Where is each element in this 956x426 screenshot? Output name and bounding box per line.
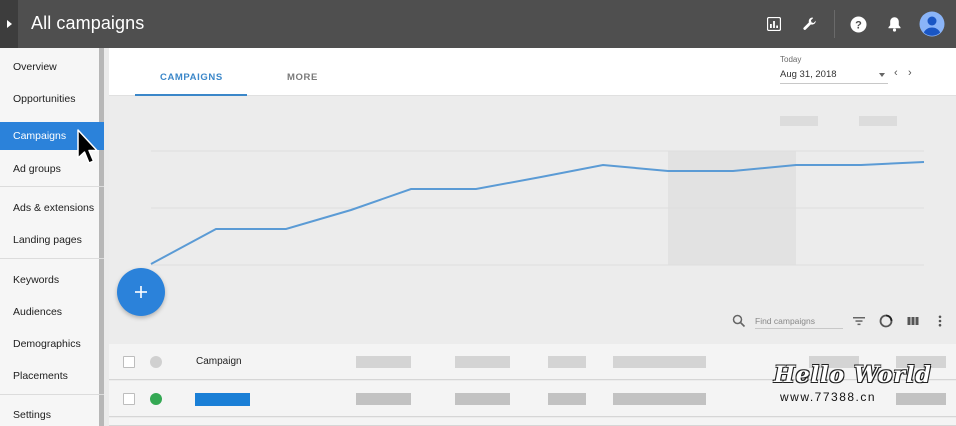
sidebar-divider [0,258,104,259]
table-row[interactable] [109,418,956,426]
sidebar-divider [0,394,104,395]
chart-series-line [150,161,925,265]
column-header-placeholder [548,356,586,368]
cell-placeholder [613,393,706,405]
plus-icon [135,286,147,298]
watermark-title: Hello World [774,362,932,388]
column-header-campaign[interactable]: Campaign [196,356,242,367]
segment-icon[interactable] [878,313,894,329]
prev-date-button[interactable]: ‹ [894,67,898,79]
chart-canvas [150,116,925,266]
sidebar-item-demographics[interactable]: Demographics [0,329,104,359]
filter-icon[interactable] [851,313,867,329]
date-range-select[interactable]: Aug 31, 2018 [780,68,888,84]
more-options-icon[interactable] [932,313,948,329]
svg-text:?: ? [855,19,862,31]
help-icon[interactable]: ? [846,12,870,36]
tabs-bar: CAMPAIGNS MORE Today Aug 31, 2018 ‹ › [109,48,956,96]
sidebar-item-placements[interactable]: Placements [0,361,104,391]
tools-wrench-icon[interactable] [798,12,822,36]
toolbar-divider [834,10,835,38]
row-checkbox[interactable] [123,393,135,405]
mouse-cursor-icon [77,129,98,164]
status-header-icon [150,356,162,368]
chevron-down-icon [879,73,885,77]
select-all-checkbox[interactable] [123,356,135,368]
performance-chart [109,97,956,337]
reports-icon[interactable] [762,12,786,36]
date-range-label: Today [780,55,802,64]
sidebar-item-overview[interactable]: Overview [0,52,104,82]
expand-menu-icon[interactable] [0,0,18,48]
columns-icon[interactable] [905,313,921,329]
next-date-button[interactable]: › [908,67,912,79]
chart-legend-placeholder [859,116,897,126]
search-input[interactable] [755,313,843,329]
account-avatar-icon[interactable] [919,11,945,37]
cell-placeholder [548,393,586,405]
tab-campaigns[interactable]: CAMPAIGNS [160,72,223,83]
watermark: Hello World www.77388.cn [760,360,940,408]
sidebar: Overview Opportunities Campaigns Ad grou… [0,48,104,426]
tab-more[interactable]: MORE [287,72,318,83]
top-bar: All campaigns ? [0,0,956,48]
chart-legend-placeholder [780,116,818,126]
search-icon [732,314,746,328]
sidebar-item-landing-pages[interactable]: Landing pages [0,225,104,255]
sidebar-item-ads-extensions[interactable]: Ads & extensions [0,193,104,223]
watermark-url: www.77388.cn [780,390,877,404]
sidebar-divider [0,186,104,187]
cell-placeholder [455,393,510,405]
column-header-placeholder [356,356,411,368]
date-range-value: Aug 31, 2018 [780,69,837,80]
status-enabled-icon [150,393,162,405]
table-toolbar [109,308,956,342]
cell-placeholder [356,393,411,405]
notifications-icon[interactable] [882,12,906,36]
sidebar-item-audiences[interactable]: Audiences [0,297,104,327]
campaign-name-link[interactable] [195,393,250,406]
column-header-placeholder [613,356,706,368]
sidebar-item-keywords[interactable]: Keywords [0,265,104,295]
sidebar-item-settings[interactable]: Settings [0,400,104,426]
active-tab-indicator [135,94,247,96]
page-title: All campaigns [31,13,145,33]
column-header-placeholder [455,356,510,368]
sidebar-item-opportunities[interactable]: Opportunities [0,84,104,114]
